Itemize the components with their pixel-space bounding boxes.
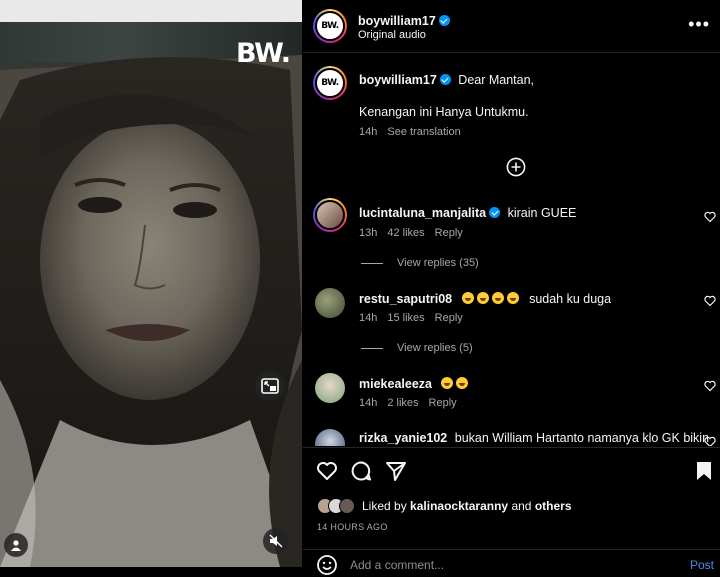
- comment-time: 13h: [359, 227, 378, 239]
- liked-by-row: Liked by kalinaocktaranny and others: [317, 496, 572, 516]
- laughing-emoji-icon: [441, 377, 454, 389]
- comment-username[interactable]: lucintaluna_manjalita: [359, 206, 486, 220]
- add-comment-bar: Post: [303, 549, 720, 577]
- comment-body: sudah ku duga: [529, 292, 612, 306]
- caption-meta: 14h See translation: [359, 124, 699, 140]
- commenter-avatar[interactable]: [313, 198, 347, 232]
- liked-by-prefix: Liked by: [362, 499, 407, 513]
- picture-in-picture-button[interactable]: [255, 371, 285, 401]
- caption-author-avatar[interactable]: BW.: [313, 66, 347, 100]
- author-info: boywilliam17: [358, 12, 450, 30]
- like-heart-icon[interactable]: [316, 460, 338, 482]
- share-paper-plane-icon[interactable]: [385, 460, 407, 482]
- view-replies-link[interactable]: View replies (35): [361, 257, 479, 269]
- liker-avatar: [339, 498, 355, 514]
- verified-badge-icon: [439, 74, 451, 85]
- tagged-users-button[interactable]: [4, 533, 28, 557]
- like-comment-heart-icon[interactable]: [704, 295, 716, 307]
- caption-line-2: Kenangan ini Hanya Untukmu.: [359, 105, 529, 119]
- load-more-comments-icon[interactable]: [506, 157, 526, 177]
- laughing-emoji-icon: [456, 377, 469, 389]
- caption-username[interactable]: boywilliam17: [359, 73, 437, 87]
- emoji-picker-icon[interactable]: [316, 554, 338, 576]
- comment-body: bukan William Hartanto namanya klo GK bi…: [454, 431, 710, 445]
- comment-time: 14h: [359, 397, 378, 409]
- like-comment-heart-icon[interactable]: [704, 436, 716, 446]
- mute-button[interactable]: [263, 528, 289, 554]
- comment-text: lucintaluna_manjalita kirain GUEE: [359, 206, 576, 220]
- comment-username[interactable]: miekealeeza: [359, 377, 432, 391]
- commenter-photo: [315, 200, 345, 230]
- liked-by-others[interactable]: others: [535, 499, 572, 513]
- author-avatar[interactable]: BW.: [313, 9, 347, 43]
- brand-logo: BW.: [236, 38, 291, 69]
- laughing-emoji-icon: [506, 292, 519, 304]
- caption-avatar-logo: BW.: [315, 68, 345, 98]
- commenter-avatar[interactable]: [315, 373, 345, 403]
- liked-by-user[interactable]: kalinaocktaranny: [410, 499, 508, 513]
- comment-time: 14h: [359, 312, 378, 324]
- reply-button[interactable]: Reply: [429, 397, 457, 409]
- commenter-avatar[interactable]: [315, 288, 345, 318]
- verified-badge-icon: [438, 15, 450, 26]
- video-player[interactable]: BW.: [0, 0, 302, 567]
- more-options-icon[interactable]: •••: [688, 14, 710, 35]
- reply-button[interactable]: Reply: [435, 227, 463, 239]
- comments-scroll-area[interactable]: BW. boywilliam17 Dear Mantan, Kenangan i…: [303, 54, 720, 446]
- post-header: BW. boywilliam17 Original audio •••: [303, 0, 720, 53]
- comment-likes[interactable]: 42 likes: [387, 227, 424, 239]
- caption-time: 14h: [359, 126, 378, 138]
- post-details-panel: BW. boywilliam17 Original audio ••• BW. …: [303, 0, 720, 577]
- picture-in-picture-icon: [261, 378, 279, 394]
- muted-speaker-icon: [269, 534, 283, 548]
- liked-by-conjunction: and: [511, 499, 532, 513]
- laughing-emoji-icon: [476, 292, 489, 304]
- comment-body: kirain GUEE: [507, 206, 577, 220]
- comment-text: rizka_yanie102 bukan William Hartanto na…: [359, 431, 709, 445]
- add-comment-input[interactable]: [350, 558, 650, 572]
- verified-badge-icon: [489, 207, 501, 218]
- see-translation-link[interactable]: See translation: [387, 126, 460, 138]
- comment-username[interactable]: restu_saputri08: [359, 292, 452, 306]
- laughing-emoji-icon: [491, 292, 504, 304]
- like-comment-heart-icon[interactable]: [704, 380, 716, 392]
- reply-button[interactable]: Reply: [435, 312, 463, 324]
- comment-meta: 14h 15 likes Reply: [359, 312, 473, 324]
- comment-meta: 13h 42 likes Reply: [359, 227, 473, 239]
- emoji-group: [441, 377, 471, 391]
- laughing-emoji-icon: [461, 292, 474, 304]
- view-replies-link[interactable]: View replies (5): [361, 342, 473, 354]
- video-frame-portrait: [0, 55, 302, 567]
- author-username[interactable]: boywilliam17: [358, 14, 436, 28]
- comment-likes[interactable]: 15 likes: [387, 312, 424, 324]
- comment-text: miekealeeza: [359, 377, 471, 391]
- caption-line-1: Dear Mantan,: [458, 73, 535, 87]
- comment-meta: 14h 2 likes Reply: [359, 397, 467, 409]
- comment-text: restu_saputri08 sudah ku duga: [359, 292, 611, 306]
- emoji-group: [461, 292, 525, 306]
- post-timestamp[interactable]: 14 HOURS AGO: [317, 522, 388, 532]
- like-comment-heart-icon[interactable]: [704, 211, 716, 223]
- save-bookmark-icon[interactable]: [693, 460, 715, 482]
- comment-likes[interactable]: 2 likes: [387, 397, 418, 409]
- commenter-avatar[interactable]: [315, 429, 345, 446]
- comment-username[interactable]: rizka_yanie102: [359, 431, 447, 445]
- caption-text: boywilliam17 Dear Mantan, Kenangan ini H…: [359, 72, 699, 140]
- liked-by-text: Liked by kalinaocktaranny and others: [362, 499, 572, 513]
- author-avatar-logo: BW.: [315, 11, 345, 41]
- user-tag-icon: [11, 540, 21, 551]
- audio-label[interactable]: Original audio: [358, 29, 426, 41]
- comment-bubble-icon[interactable]: [350, 460, 372, 482]
- post-actions: Liked by kalinaocktaranny and others 14 …: [303, 447, 720, 577]
- post-comment-button[interactable]: Post: [690, 558, 714, 572]
